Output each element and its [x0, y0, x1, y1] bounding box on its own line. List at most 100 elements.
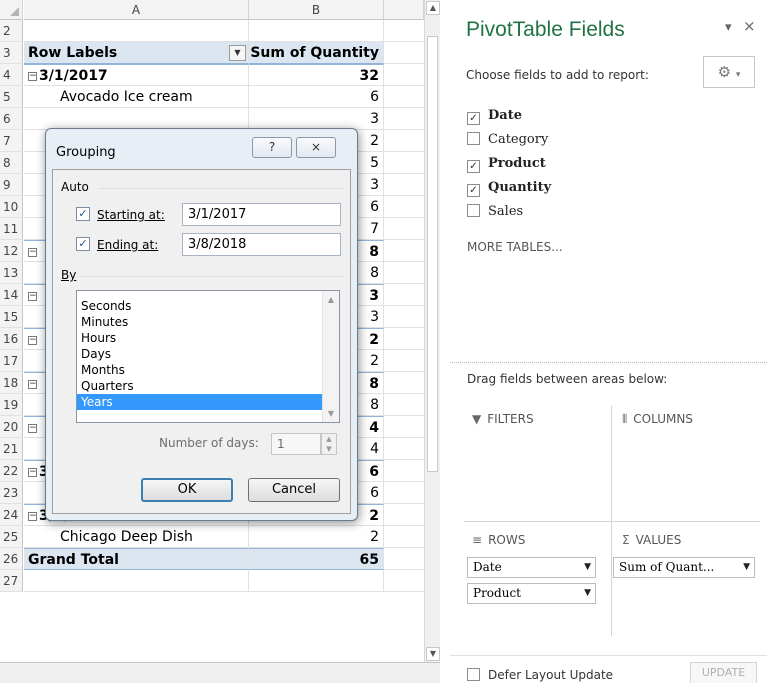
checked-checkbox-icon[interactable]: ✓	[467, 112, 480, 125]
cell-c[interactable]	[384, 570, 424, 592]
column-header-c[interactable]	[384, 0, 424, 20]
row-number[interactable]: 26	[0, 548, 23, 570]
collapse-icon[interactable]: −	[28, 291, 37, 301]
cell-c[interactable]	[384, 460, 424, 482]
cell-b[interactable]: Sum of Quantity	[249, 42, 384, 64]
days-spinner[interactable]: ▲ ▼	[321, 433, 337, 455]
cell-b[interactable]: 3	[249, 108, 384, 130]
ending-at-checkbox[interactable]: ✓	[76, 237, 90, 251]
collapse-icon[interactable]: −	[28, 467, 37, 477]
cell-c[interactable]	[384, 108, 424, 130]
cell-c[interactable]	[384, 174, 424, 196]
row-number[interactable]: 19	[0, 394, 23, 416]
list-item[interactable]: Hours	[77, 330, 322, 346]
cell-c[interactable]	[384, 504, 424, 526]
listbox-scrollbar[interactable]: ▲ ▼	[322, 291, 339, 422]
row-number[interactable]: 24	[0, 504, 23, 526]
close-icon[interactable]: ×	[743, 17, 756, 35]
row-number[interactable]: 20	[0, 416, 23, 438]
cell-c[interactable]	[384, 240, 424, 262]
cell-c[interactable]	[384, 130, 424, 152]
list-item[interactable]: Years	[77, 394, 322, 410]
by-listbox[interactable]: Seconds Minutes Hours Days Months Quarters Yea…	[76, 290, 340, 423]
row-number[interactable]: 10	[0, 196, 23, 218]
cell-c[interactable]	[384, 152, 424, 174]
row-number[interactable]: 3	[0, 42, 23, 64]
cell-c[interactable]	[384, 372, 424, 394]
row-number[interactable]: 4	[0, 64, 23, 86]
list-scroll-up-icon[interactable]: ▲	[323, 295, 339, 304]
cell-c[interactable]	[384, 350, 424, 372]
cell-c[interactable]	[384, 262, 424, 284]
cell-b[interactable]	[249, 570, 384, 592]
sheet-tab-bar[interactable]	[0, 662, 440, 683]
row-number[interactable]: 25	[0, 526, 23, 548]
row-number[interactable]: 11	[0, 218, 23, 240]
row-labels-filter-button[interactable]: ▼	[229, 45, 246, 61]
cell-c[interactable]	[384, 482, 424, 504]
cell-c[interactable]	[384, 64, 424, 86]
checked-checkbox-icon[interactable]: ✓	[467, 160, 480, 173]
cell-c[interactable]	[384, 394, 424, 416]
field-quantity[interactable]: ✓ Quantity	[467, 180, 551, 198]
row-number[interactable]: 16	[0, 328, 23, 350]
help-button[interactable]: ?	[252, 137, 292, 158]
column-header-b[interactable]: B	[249, 0, 384, 20]
cell-b[interactable]: 32	[249, 64, 384, 86]
update-button[interactable]: UPDATE	[690, 662, 757, 683]
cell-a[interactable]	[24, 570, 249, 592]
row-number[interactable]: 9	[0, 174, 23, 196]
row-number[interactable]: 17	[0, 350, 23, 372]
ending-at-input[interactable]: 3/8/2018	[182, 233, 341, 256]
row-number[interactable]: 23	[0, 482, 23, 504]
list-item[interactable]: Quarters	[77, 378, 322, 394]
row-number[interactable]: 13	[0, 262, 23, 284]
values-field-sum-quantity[interactable]: Sum of Quant... ▼	[613, 557, 755, 578]
row-number[interactable]: 14	[0, 284, 23, 306]
list-item[interactable]: Seconds	[77, 298, 322, 314]
row-number[interactable]: 15	[0, 306, 23, 328]
close-button[interactable]: ×	[296, 137, 336, 158]
list-item[interactable]: Days	[77, 346, 322, 362]
field-date[interactable]: ✓ Date	[467, 108, 522, 126]
starting-at-input[interactable]: 3/1/2017	[182, 203, 341, 226]
cell-c[interactable]	[384, 86, 424, 108]
row-number[interactable]: 5	[0, 86, 23, 108]
checkbox-icon[interactable]	[467, 204, 480, 217]
cell-a[interactable]: −3/1/2017	[24, 64, 249, 86]
row-number[interactable]: 2	[0, 20, 23, 42]
scroll-thumb[interactable]	[427, 36, 438, 472]
more-tables-link[interactable]: MORE TABLES...	[467, 240, 563, 254]
cell-c[interactable]	[384, 306, 424, 328]
row-number[interactable]: 21	[0, 438, 23, 460]
starting-at-checkbox[interactable]: ✓	[76, 207, 90, 221]
cell-a[interactable]	[24, 108, 249, 130]
cell-c[interactable]	[384, 416, 424, 438]
select-all-corner[interactable]	[0, 0, 23, 20]
cell-c[interactable]	[384, 284, 424, 306]
collapse-icon[interactable]: −	[28, 71, 37, 81]
checkbox-icon[interactable]	[467, 132, 480, 145]
gear-icon[interactable]: ⚙ ▾	[703, 56, 755, 88]
row-number[interactable]: 6	[0, 108, 23, 130]
checked-checkbox-icon[interactable]: ✓	[467, 184, 480, 197]
row-number[interactable]: 27	[0, 570, 23, 592]
row-number[interactable]: 7	[0, 130, 23, 152]
number-of-days-input[interactable]: 1	[271, 433, 321, 455]
list-item[interactable]: Months	[77, 362, 322, 378]
scroll-up-icon[interactable]: ▲	[426, 1, 440, 15]
cancel-button[interactable]: Cancel	[248, 478, 340, 502]
cell-c[interactable]	[384, 328, 424, 350]
cell-c[interactable]	[384, 526, 424, 548]
row-number[interactable]: 8	[0, 152, 23, 174]
row-number[interactable]: 22	[0, 460, 23, 482]
list-item[interactable]: Minutes	[77, 314, 322, 330]
list-scroll-down-icon[interactable]: ▼	[323, 409, 339, 418]
rows-field-product[interactable]: Product ▼	[467, 583, 596, 604]
field-category[interactable]: Category	[467, 132, 548, 150]
cell-c[interactable]	[384, 196, 424, 218]
cell-a[interactable]: Grand Total	[24, 548, 249, 570]
collapse-icon[interactable]: −	[28, 247, 37, 257]
defer-layout-checkbox[interactable]: Defer Layout Update	[467, 668, 613, 682]
cell-c[interactable]	[384, 20, 424, 42]
